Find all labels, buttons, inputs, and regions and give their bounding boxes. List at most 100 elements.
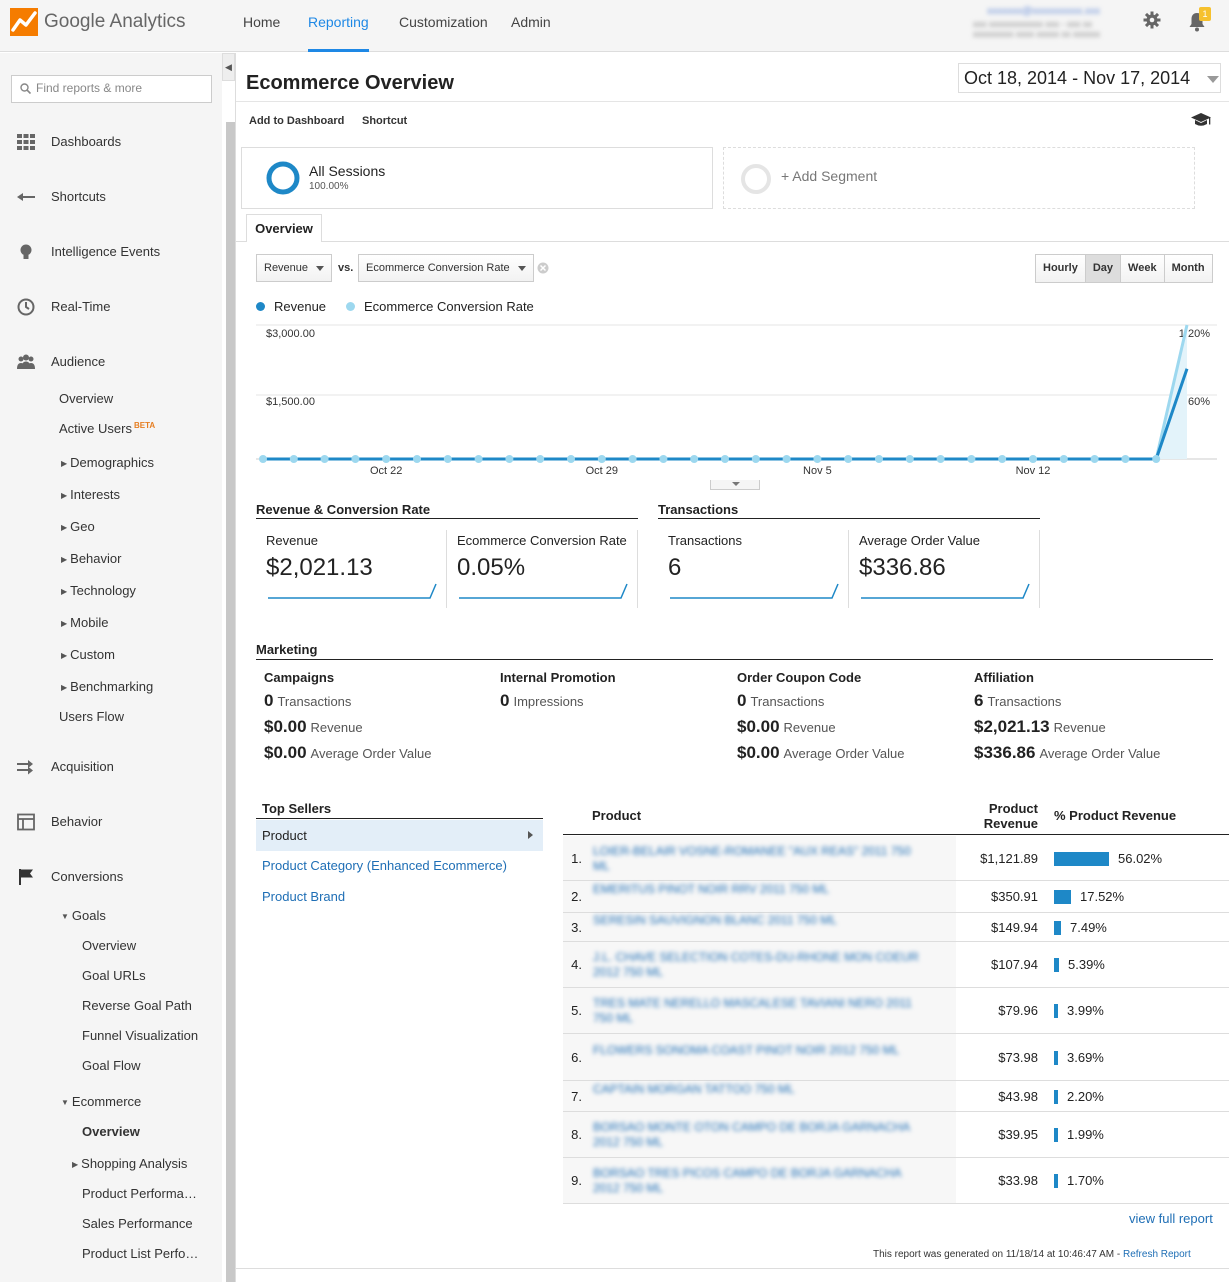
sidebar-goals-overview[interactable]: Overview [82,938,136,953]
date-range-picker[interactable]: Oct 18, 2014 - Nov 17, 2014 [958,63,1221,93]
sidebar-sales-performance[interactable]: Sales Performance [82,1216,193,1231]
top-sellers-product[interactable]: Product [256,820,543,851]
add-to-dashboard-button[interactable]: Add to Dashboard [249,115,344,127]
sidebar-label: Behavior [70,551,122,566]
sidebar-ecommerce[interactable]: ▼ Ecommerce [61,1094,141,1109]
sidebar-item-intelligence[interactable]: Intelligence Events [0,238,222,266]
table-row[interactable]: 4. J.L. CHAVE SELECTION COTES-DU-RHONE MO… [563,942,1229,988]
sidebar-product-list-performance[interactable]: Product List Perfo… [82,1246,198,1261]
marketing-campaigns[interactable]: Campaigns 0 Transactions $0.00 Revenue $0.… [264,670,431,763]
shortcut-button[interactable]: Shortcut [362,115,407,127]
marketing-order-coupon-code[interactable]: Order Coupon Code 0 Transactions $0.00 Rev… [737,670,904,763]
sidebar-demographics[interactable]: ▶ Demographics [61,455,154,470]
account-switcher[interactable]: xxxxxxx@xxxxxxxxxx.xxx xxx xxxxxxxxxxxx … [895,6,1100,39]
tab-overview[interactable]: Overview [246,214,322,242]
refresh-report-link[interactable]: Refresh Report [1123,1249,1191,1260]
sidebar-item-dashboards[interactable]: Dashboards [0,128,222,156]
active-users-label: Active Users [59,421,132,436]
people-icon [17,354,35,369]
sidebar-custom[interactable]: ▶ Custom [61,647,115,662]
top-sellers-product-brand[interactable]: Product Brand [256,887,543,907]
metric-select-comparison[interactable]: Ecommerce Conversion Rate [358,254,534,282]
sidebar-item-realtime[interactable]: Real-Time [0,293,222,321]
sidebar-geo[interactable]: ▶ Geo [61,519,95,534]
top-sellers-product-category[interactable]: Product Category (Enhanced Ecommerce) [256,856,543,876]
sidebar-scrollbar[interactable] [226,122,235,1282]
kpi-average-order-value[interactable]: Average Order Value $336.86 [849,530,1039,608]
page-title: Ecommerce Overview [246,72,454,94]
sidebar-goal-urls[interactable]: Goal URLs [82,968,146,983]
search-input[interactable] [36,81,206,95]
sidebar-goal-flow[interactable]: Goal Flow [82,1058,141,1073]
metric-select-primary[interactable]: Revenue [256,254,332,282]
sidebar-active-users[interactable]: Active Users BETA [59,421,155,436]
sidebar-users-flow[interactable]: Users Flow [59,709,124,724]
column-header-product[interactable]: Product [592,808,641,823]
sidebar-shopping-analysis[interactable]: ▶ Shopping Analysis [72,1156,187,1171]
granularity-week-button[interactable]: Week [1121,255,1165,282]
segment-all-sessions[interactable]: All Sessions 100.00% [241,147,713,209]
kpi-revenue[interactable]: Revenue $2,021.13 [256,530,446,608]
table-row[interactable]: 2. EMERITUS PINOT NOIR RRV 2011 750 ML $35… [563,881,1229,913]
sidebar-product-performance[interactable]: Product Performa… [82,1186,197,1201]
nav-home[interactable]: Home [243,0,280,52]
sidebar-item-behavior[interactable]: Behavior [0,808,222,836]
nav-admin[interactable]: Admin [511,0,551,52]
sidebar-interests[interactable]: ▶ Interests [61,487,120,502]
view-full-report-link[interactable]: view full report [1129,1211,1213,1226]
google-analytics-logo[interactable]: Google Analytics [10,8,186,36]
granularity-month-button[interactable]: Month [1164,255,1212,282]
legend-revenue[interactable]: Revenue [256,299,326,314]
kpi-conversion-rate[interactable]: Ecommerce Conversion Rate 0.05% [447,530,637,608]
gear-icon[interactable] [1143,11,1161,29]
conversion-rate-point [351,455,360,463]
y-left-tick-label: $1,500.00 [266,396,315,408]
clear-comparison-icon[interactable] [537,262,549,274]
conversion-rate-point [628,455,637,463]
table-row[interactable]: 5. TRES MATE NERELLO MASCALESE TAVIANI NE… [563,988,1229,1034]
legend-dot [256,302,265,311]
table-row[interactable]: 3. SERESIN SAUVIGNON BLANC 2011 750 ML $14… [563,913,1229,942]
table-row[interactable]: 9. BORSAO TRES PICOS CAMPO DE BORJA GARNA… [563,1158,1229,1204]
sidebar-item-acquisition[interactable]: Acquisition [0,753,222,781]
y-left-tick-label: $3,000.00 [266,328,315,340]
granularity-day-button[interactable]: Day [1085,255,1122,282]
collapse-triangle-icon: ▼ [61,912,69,921]
sidebar-funnel-visualization[interactable]: Funnel Visualization [82,1028,198,1043]
chart-resize-handle[interactable] [710,480,760,490]
column-header-percent-revenue[interactable]: % Product Revenue [1054,808,1176,823]
table-row[interactable]: 6. FLOWERS SONOMA COAST PINOT NOIR 2012 7… [563,1034,1229,1081]
product-revenue: $1,121.89 [980,850,1038,866]
sidebar-audience-overview[interactable]: Overview [59,391,113,406]
add-segment-button[interactable]: + Add Segment [723,147,1195,209]
sidebar-benchmarking[interactable]: ▶ Benchmarking [61,679,153,694]
sidebar-technology[interactable]: ▶ Technology [61,583,136,598]
find-reports-search[interactable] [11,75,212,103]
sidebar-item-audience[interactable]: Audience [0,348,222,376]
sidebar-ecommerce-overview[interactable]: Overview [82,1124,140,1139]
sidebar-item-shortcuts[interactable]: Shortcuts [0,183,222,211]
marketing-affiliation[interactable]: Affiliation 6 Transactions $2,021.13 Reven… [974,670,1160,763]
collapse-sidebar-button[interactable]: ◀ [222,53,235,81]
sidebar-reverse-goal-path[interactable]: Reverse Goal Path [82,998,192,1013]
sidebar-behavior-sub[interactable]: ▶ Behavior [61,551,121,566]
column-header-product-revenue[interactable]: Product Revenue [970,801,1038,831]
granularity-hourly-button[interactable]: Hourly [1036,255,1086,282]
sidebar-mobile[interactable]: ▶ Mobile [61,615,108,630]
graduation-cap-icon[interactable] [1190,112,1212,128]
marketing-internal-promotion[interactable]: Internal Promotion 0 Impressions [500,670,616,711]
nav-reporting[interactable]: Reporting [308,0,369,52]
table-row[interactable]: 1. LOIER-BELAIR VOSNE-ROMANEE "AUX REAS" … [563,836,1229,881]
divider [236,1268,1229,1269]
legend-conversion-rate[interactable]: Ecommerce Conversion Rate [346,299,534,314]
nav-customization[interactable]: Customization [399,0,488,52]
revenue-share-bar [1054,920,1061,935]
sidebar-goals[interactable]: ▼ Goals [61,908,106,923]
conversion-rate-point [536,455,545,463]
table-row[interactable]: 8. BORSAO MONTE OTON CAMPO DE BORJA GARNA… [563,1112,1229,1158]
collapse-triangle-icon: ▼ [61,1098,69,1107]
line-chart[interactable]: $3,000.00$1,500.001.20%0.60%Oct 22 Oct 29… [256,322,1217,482]
kpi-transactions[interactable]: Transactions 6 [658,530,848,608]
table-row[interactable]: 7. CAPTAIN MORGAN TATTOO 750 ML $43.98 2.20… [563,1081,1229,1112]
sidebar-item-conversions[interactable]: Conversions [0,863,222,891]
